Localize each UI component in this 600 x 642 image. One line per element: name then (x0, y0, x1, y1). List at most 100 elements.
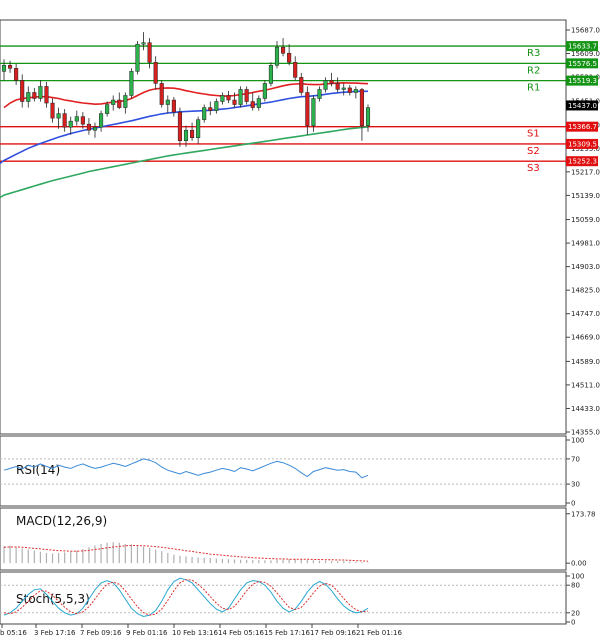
stoch-tick-label: 20 (571, 609, 580, 617)
stoch-tick-label: 80 (571, 582, 580, 590)
candle-up (311, 98, 316, 126)
candle-down (232, 99, 237, 105)
candle-up (99, 113, 104, 128)
time-tick-label: 9 Feb 01:16 (126, 629, 168, 637)
level-name-r2: R2 (527, 65, 540, 76)
candle-down (329, 80, 334, 84)
price-tick-label: 15139.0 (571, 192, 600, 200)
candle-down (244, 89, 249, 102)
level-value-r3: 15633.7 (568, 43, 597, 51)
candle-down (250, 101, 255, 108)
level-value-s2: 15309.5 (568, 140, 597, 148)
candle-down (153, 62, 158, 84)
candle-up (274, 46, 280, 66)
rsi-tick-label: 30 (571, 481, 580, 489)
candle-up (92, 126, 98, 131)
time-tick-label: b 05:16 (0, 629, 27, 637)
current-price-value: 15437.0 (568, 102, 597, 110)
candle-up (268, 65, 273, 84)
chart-canvas: 15687.015609.015531.015451.015373.015295… (0, 0, 600, 642)
price-tick-label: 14589.0 (571, 358, 600, 366)
candle-up (74, 116, 79, 122)
current-price-marker: 15437.0 (566, 100, 598, 111)
level-name-r1: R1 (527, 83, 540, 94)
candle-up (196, 119, 201, 138)
level-value-r2: 15576.5 (568, 60, 597, 68)
candle-up (26, 92, 31, 102)
price-tick-label: 14669.0 (571, 334, 600, 342)
candle-down (287, 52, 292, 63)
macd-tick-label: 173.78 (571, 510, 596, 518)
candle-down (171, 99, 176, 113)
level-value-r1: 15519.3 (568, 77, 597, 85)
candle-down (347, 87, 352, 93)
candle-down (226, 95, 231, 101)
macd-zero-label: 0.00 (571, 560, 587, 568)
candle-down (190, 129, 195, 138)
price-tick-label: 14433.0 (571, 405, 600, 413)
stoch-label: Stoch(5,5,3) (16, 592, 90, 606)
candle-up (38, 86, 43, 99)
candle-down (293, 62, 298, 78)
candle-up (214, 101, 219, 111)
candle-down (159, 83, 164, 105)
time-tick-label: 10 Feb 13:16 (172, 629, 218, 637)
candle-up (317, 89, 322, 99)
level-name-r3: R3 (527, 48, 540, 59)
candle-down (177, 111, 182, 142)
level-name-s3: S3 (527, 163, 540, 174)
candle-down (305, 92, 310, 126)
candle-down (208, 107, 213, 111)
candle-down (335, 83, 340, 90)
price-tick-label: 14511.0 (571, 381, 600, 389)
candle-down (50, 102, 55, 119)
candle-up (262, 83, 267, 99)
time-tick-label: 21 Feb 01:16 (356, 629, 402, 637)
stoch-tick-label: 100 (571, 573, 584, 581)
candle-up (202, 107, 207, 120)
price-tick-label: 14747.0 (571, 310, 600, 318)
candle-down (14, 68, 19, 81)
candle-up (353, 89, 358, 93)
candle-down (62, 113, 67, 128)
candle-down (117, 99, 122, 108)
level-value-s3: 15252.3 (568, 158, 597, 166)
candle-down (299, 77, 304, 93)
candle-up (141, 42, 146, 45)
candle-up (365, 107, 371, 126)
candle-down (359, 89, 364, 126)
candle-down (147, 42, 152, 63)
stoch-tick-label: 0 (571, 619, 575, 627)
candle-down (86, 123, 91, 131)
price-tick-label: 14903.0 (571, 263, 600, 271)
candle-up (256, 98, 261, 108)
macd-label: MACD(12,26,9) (16, 514, 107, 528)
rsi-tick-label: 100 (571, 437, 584, 445)
candle-down (32, 92, 37, 99)
candle-up (1, 65, 7, 72)
price-tick-label: 15609.0 (571, 50, 600, 58)
candle-up (56, 113, 61, 119)
candle-up (183, 129, 189, 142)
price-tick-label: 14825.0 (571, 287, 600, 295)
candle-up (165, 99, 170, 105)
time-tick-label: 17 Feb 09:16 (310, 629, 356, 637)
time-tick-label: 15 Feb 17:16 (264, 629, 310, 637)
candle-down (8, 65, 13, 69)
rsi-tick-label: 70 (571, 455, 580, 463)
candle-up (341, 87, 346, 90)
price-tick-label: 15217.0 (571, 168, 600, 176)
time-tick-label: 7 Feb 09:16 (80, 629, 122, 637)
candle-up (220, 95, 225, 102)
price-tick-label: 15059.0 (571, 216, 600, 224)
candle-up (111, 99, 116, 105)
time-tick-label: 3 Feb 17:16 (34, 629, 76, 637)
candle-up (238, 89, 243, 105)
price-tick-label: 15687.0 (571, 27, 600, 35)
candle-up (105, 104, 110, 114)
rsi-tick-label: 0 (571, 500, 575, 508)
candle-up (323, 80, 328, 90)
candle-up (129, 71, 134, 96)
price-tick-label: 14355.0 (571, 429, 600, 437)
level-value-s1: 15366.7 (568, 123, 597, 131)
